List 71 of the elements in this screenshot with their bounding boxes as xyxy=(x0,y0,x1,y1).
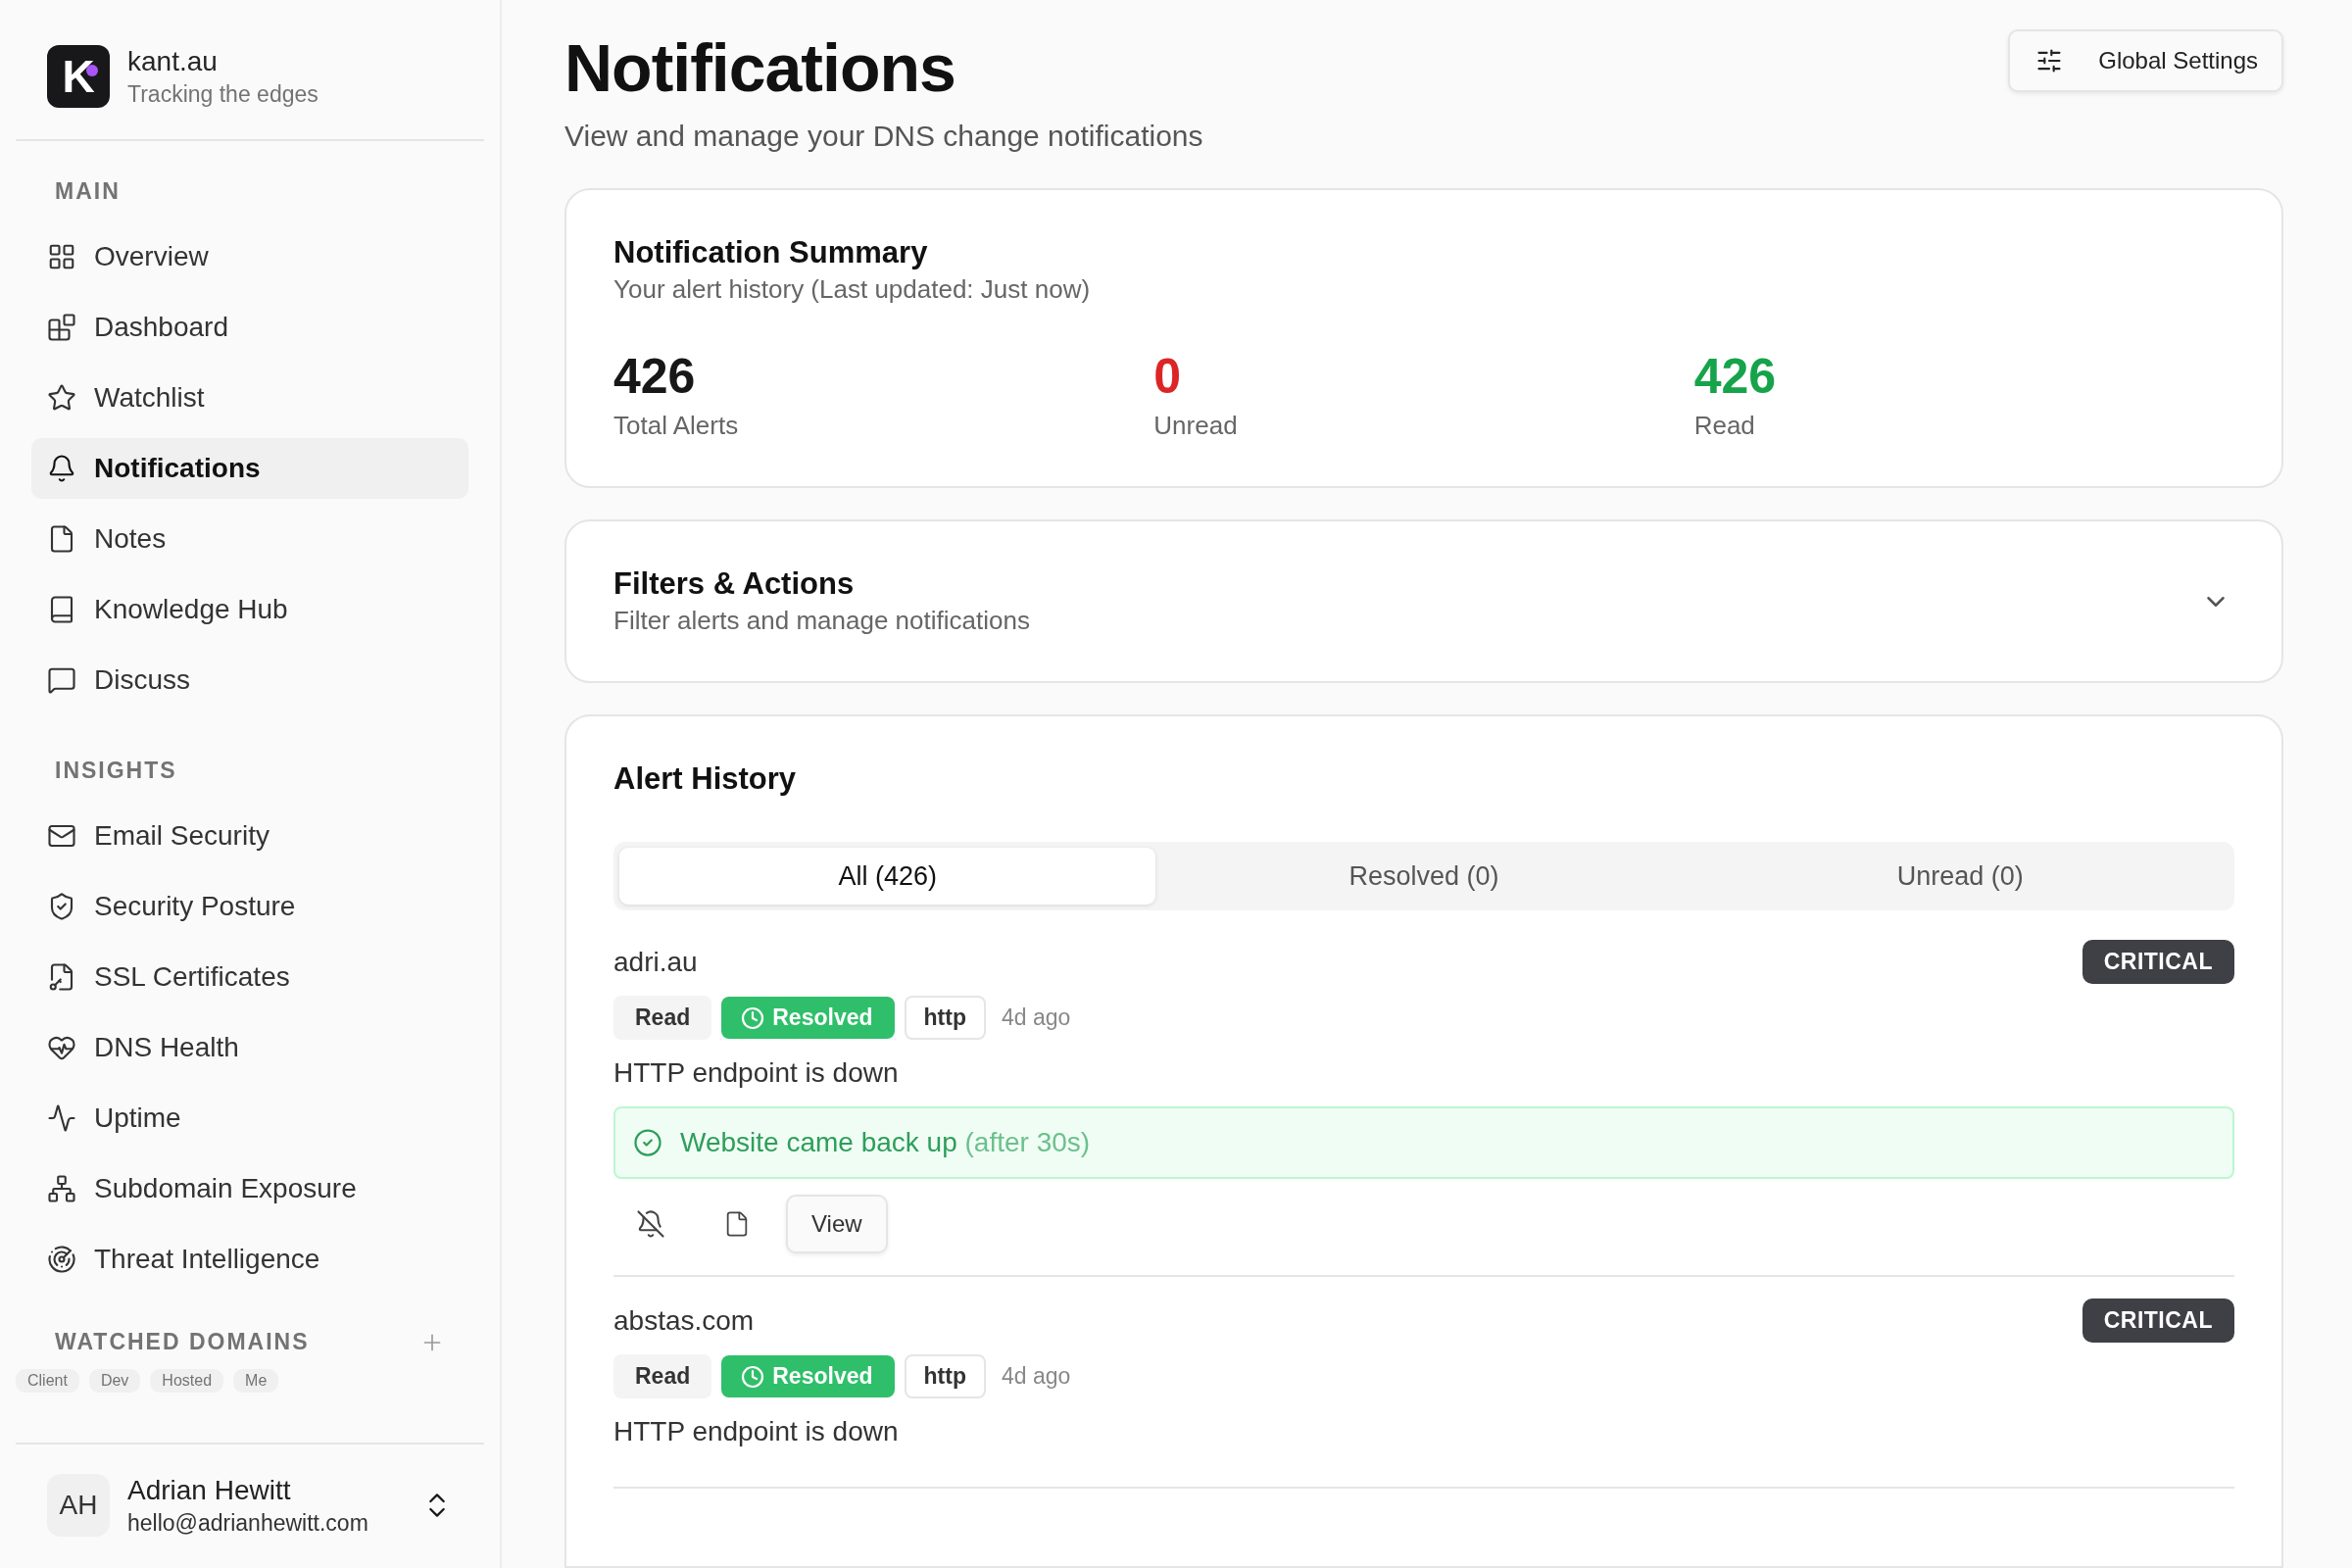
stat-label: Unread xyxy=(1153,411,1239,441)
pulse-line-icon xyxy=(47,1103,76,1133)
alert-domain: adri.au xyxy=(613,946,698,978)
read-badge: Read xyxy=(613,996,712,1040)
network-icon xyxy=(47,1174,76,1203)
type-badge: http xyxy=(904,996,986,1040)
domain-filter-chip[interactable]: Dev xyxy=(88,1369,141,1393)
sidebar-item[interactable]: Notes xyxy=(31,509,468,569)
stat-value: 0 xyxy=(1153,348,1183,405)
check-circle-icon xyxy=(633,1128,662,1157)
sidebar-item[interactable]: Email Security xyxy=(31,806,468,866)
domain-filter-chip[interactable]: Me xyxy=(233,1369,279,1393)
sidebar-item[interactable]: Knowledge Hub xyxy=(31,579,468,640)
sidebar-item[interactable]: Notifications xyxy=(31,438,468,499)
star-icon xyxy=(47,383,76,413)
card-subtitle: Filter alerts and manage notifications xyxy=(613,606,1030,636)
alert-time: 4d ago xyxy=(1001,1363,1071,1390)
stat-label: Total Alerts xyxy=(613,411,740,441)
view-button[interactable]: View xyxy=(786,1195,888,1253)
severity-badge: CRITICAL xyxy=(2082,940,2234,984)
tab[interactable]: Unread (0) xyxy=(1691,848,2229,905)
read-badge: Read xyxy=(613,1354,712,1398)
sidebar-item[interactable]: Overview xyxy=(31,226,468,287)
page-title: Notifications xyxy=(564,29,956,106)
clock-icon xyxy=(741,1005,765,1030)
grid-icon xyxy=(47,242,76,271)
sidebar-item[interactable]: Threat Intelligence xyxy=(31,1229,468,1290)
card-subtitle: Your alert history (Last updated: Just now) xyxy=(613,274,1092,305)
user-email: hello@adrianhewitt.com xyxy=(127,1509,369,1537)
sidebar-item[interactable]: SSL Certificates xyxy=(31,947,468,1007)
domain-filter-chip[interactable]: Hosted xyxy=(150,1369,224,1393)
alert-time: 4d ago xyxy=(1001,1004,1071,1031)
sidebar-item[interactable]: Discuss xyxy=(31,650,468,710)
tab[interactable]: Resolved (0) xyxy=(1155,848,1692,905)
radar-icon xyxy=(47,1245,76,1274)
status-badge: Resolved xyxy=(721,997,895,1039)
alert-message: HTTP endpoint is down xyxy=(613,1416,900,1447)
global-settings-button[interactable]: Global Settings xyxy=(2008,29,2283,92)
brand-name: kant.au xyxy=(127,45,219,77)
alert-message: HTTP endpoint is down xyxy=(613,1057,900,1089)
card-title: Alert History xyxy=(613,761,798,797)
section-heading: INSIGHTS xyxy=(54,758,178,784)
section-heading: MAIN xyxy=(54,178,122,205)
user-name: Adrian Hewitt xyxy=(127,1474,292,1506)
stat-value: 426 xyxy=(1693,348,1778,405)
bell-icon xyxy=(47,454,76,483)
card-title: Filters & Actions xyxy=(613,566,856,602)
sidebar-item[interactable]: Security Posture xyxy=(31,876,468,937)
resolution-text: Website came back up (after 30s) xyxy=(680,1127,1091,1158)
user-avatar: AH xyxy=(47,1474,110,1537)
status-badge: Resolved xyxy=(721,1355,895,1397)
sidebar-item[interactable]: DNS Health xyxy=(31,1017,468,1078)
sidebar-item[interactable]: Uptime xyxy=(31,1088,468,1149)
sidebar-item[interactable]: Dashboard xyxy=(31,297,468,358)
card-title: Notification Summary xyxy=(613,235,929,270)
clock-icon xyxy=(741,1364,765,1389)
alert-domain: abstas.com xyxy=(613,1304,755,1337)
stat-value: 426 xyxy=(613,348,697,405)
page-subtitle: View and manage your DNS change notifications xyxy=(564,120,1204,153)
chat-bubble-icon xyxy=(47,665,76,695)
section-heading: WATCHED DOMAINS xyxy=(55,1329,310,1355)
domain-filter-chip[interactable]: Client xyxy=(16,1369,79,1393)
sidebar-item[interactable]: Watchlist xyxy=(31,368,468,428)
logo-icon: K xyxy=(47,45,110,108)
stat-label: Read xyxy=(1693,411,1756,441)
sidebar-item[interactable]: Subdomain Exposure xyxy=(31,1158,468,1219)
blocks-icon xyxy=(47,313,76,342)
tab[interactable]: All (426) xyxy=(619,848,1156,905)
brand-tagline: Tracking the edges xyxy=(127,80,318,108)
type-badge: http xyxy=(904,1354,986,1398)
severity-badge: CRITICAL xyxy=(2082,1298,2234,1343)
